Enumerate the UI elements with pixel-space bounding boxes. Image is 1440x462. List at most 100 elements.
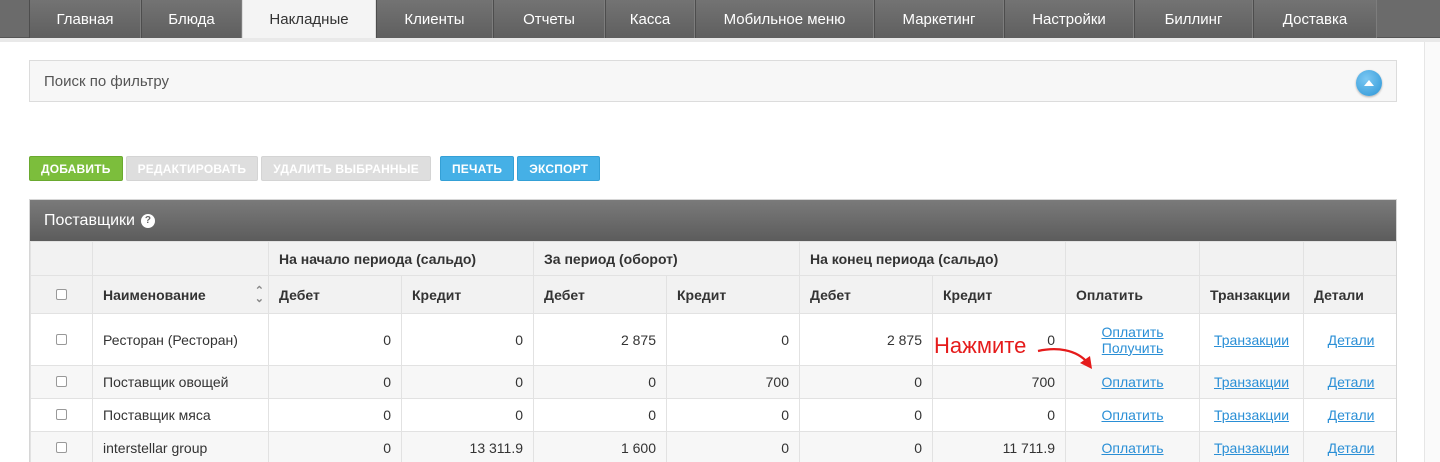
row-checkbox[interactable] — [30, 398, 93, 432]
filter-label: Поиск по фильтру — [44, 72, 170, 90]
panel-header: Поставщики ? — [30, 200, 1396, 241]
supplier-name: Ресторан (Ресторан) — [92, 313, 269, 366]
nav-tab[interactable]: Касса — [605, 0, 695, 38]
delete-selected-button[interactable]: УДАЛИТЬ ВЫБРАННЫЕ — [261, 156, 431, 181]
col-name[interactable]: Наименование ⌃ ⌄ — [92, 275, 269, 314]
print-button[interactable]: ПЕЧАТЬ — [439, 156, 515, 181]
table-row[interactable]: interstellar group 0 13 311.9 1 600 0 0 11 711… — [30, 431, 1396, 462]
amount-cell: 0 — [401, 313, 534, 366]
nav-tab[interactable]: Маркетинг — [874, 0, 1004, 38]
transactions-cell: Транзакции — [1199, 398, 1305, 432]
group-start-header: На начало периода (сальдо) — [268, 241, 534, 276]
group-header-row: На начало периода (сальдо) За период (об… — [30, 241, 1396, 276]
col-pay: Оплатить — [1065, 275, 1201, 314]
column-header-row: Наименование ⌃ ⌄ Дебет Кредит Дебет Кредит… — [30, 275, 1396, 314]
transactions-cell: Транзакции — [1199, 431, 1305, 462]
pay-link[interactable]: Оплатить — [1066, 374, 1199, 390]
amount-cell: 0 — [268, 431, 402, 462]
annotation-label: Нажмите — [934, 333, 1027, 358]
collapse-filter-icon[interactable] — [1356, 70, 1382, 96]
details-cell: Детали — [1303, 398, 1396, 432]
select-all-checkbox[interactable] — [30, 275, 93, 314]
amount-cell: 0 — [666, 313, 800, 366]
annotation-arrow-icon — [1037, 348, 1092, 369]
col-period-debit: Дебет — [533, 275, 667, 314]
nav-tab[interactable]: Клиенты — [376, 0, 493, 38]
nav-tabs: Главная Блюда Накладные Клиенты Отчеты Касса М… — [29, 0, 1377, 39]
table-row[interactable]: Ресторан (Ресторан) 0 0 2 875 0 2 875 0 Оплатит… — [30, 313, 1396, 366]
amount-cell: 0 — [533, 398, 667, 432]
pay-link[interactable]: Оплатить — [1066, 324, 1199, 340]
supplier-name: Поставщик мяса — [92, 398, 269, 432]
transactions-link[interactable]: Транзакции — [1200, 332, 1303, 348]
col-end-debit: Дебет — [799, 275, 933, 314]
help-icon[interactable]: ? — [140, 213, 155, 228]
pay-link[interactable]: Оплатить — [1066, 407, 1199, 423]
nav-tab[interactable]: Накладные — [242, 0, 376, 39]
sort-icon[interactable]: ⌃ ⌄ — [255, 285, 264, 304]
edit-button[interactable]: РЕДАКТИРОВАТЬ — [125, 156, 259, 181]
panel-title: Поставщики — [44, 211, 135, 229]
details-cell: Детали — [1303, 313, 1396, 366]
supplier-name: interstellar group — [92, 431, 269, 462]
amount-cell: 0 — [799, 431, 933, 462]
pay-link[interactable]: Оплатить — [1066, 440, 1199, 456]
group-period-header: За период (оборот) — [533, 241, 800, 276]
amount-cell: 0 — [268, 313, 402, 366]
transactions-cell: Транзакции — [1199, 365, 1305, 399]
nav-tab[interactable]: Отчеты — [493, 0, 605, 38]
details-cell: Детали — [1303, 365, 1396, 399]
nav-tab[interactable]: Главная — [29, 0, 141, 38]
details-link[interactable]: Детали — [1304, 407, 1396, 423]
details-link[interactable]: Детали — [1304, 440, 1396, 456]
nav-tab[interactable]: Доставка — [1253, 0, 1377, 38]
amount-cell: 2 875 — [799, 313, 933, 366]
details-link[interactable]: Детали — [1304, 332, 1396, 348]
amount-cell: 13 311.9 — [401, 431, 534, 462]
supplier-name: Поставщик овощей — [92, 365, 269, 399]
table-row[interactable]: Поставщик мяса 0 0 0 0 0 0 Оплатить Транзакции Де… — [30, 398, 1396, 432]
amount-cell: 0 — [268, 398, 402, 432]
amount-cell: 11 711.9 — [931, 431, 1067, 462]
filter-bar[interactable]: Поиск по фильтру — [29, 60, 1397, 102]
col-start-credit: Кредит — [401, 275, 534, 314]
suppliers-panel: Поставщики ? На начало периода (сальдо) … — [29, 199, 1397, 462]
amount-cell: 0 — [799, 365, 933, 399]
amount-cell: 0 — [533, 365, 667, 399]
toolbar: ДОБАВИТЬ РЕДАКТИРОВАТЬ УДАЛИТЬ ВЫБРАННЫЕ… — [29, 156, 601, 181]
nav-tab[interactable]: Блюда — [141, 0, 242, 38]
col-period-credit: Кредит — [666, 275, 800, 314]
add-button[interactable]: ДОБАВИТЬ — [29, 156, 123, 181]
nav-tab[interactable]: Мобильное меню — [695, 0, 874, 38]
export-button[interactable]: ЭКСПОРТ — [517, 156, 601, 181]
amount-cell: 0 — [401, 365, 534, 399]
nav-tab[interactable]: Биллинг — [1134, 0, 1253, 38]
details-link[interactable]: Детали — [1304, 374, 1396, 390]
top-nav: Главная Блюда Накладные Клиенты Отчеты Касса М… — [0, 0, 1440, 39]
row-checkbox[interactable] — [30, 431, 93, 462]
group-end-header: На конец периода (сальдо) — [798, 241, 1067, 276]
amount-cell: 0 — [268, 365, 402, 399]
transactions-link[interactable]: Транзакции — [1200, 374, 1303, 390]
amount-cell: 0 — [666, 431, 800, 462]
amount-cell: 0 — [931, 398, 1067, 432]
suppliers-table: На начало периода (сальдо) За период (об… — [30, 241, 1396, 462]
pay-cell: Оплатить — [1065, 398, 1201, 432]
col-transactions: Транзакции — [1199, 275, 1305, 314]
col-end-credit: Кредит — [931, 275, 1067, 314]
amount-cell: 0 — [799, 398, 933, 432]
transactions-link[interactable]: Транзакции — [1200, 440, 1303, 456]
nav-tab[interactable]: Настройки — [1004, 0, 1134, 38]
transactions-link[interactable]: Транзакции — [1200, 407, 1303, 423]
nav-strip — [0, 38, 1440, 42]
amount-cell: 0 — [401, 398, 534, 432]
amount-cell: 0 — [666, 398, 800, 432]
transactions-cell: Транзакции — [1199, 313, 1305, 366]
row-checkbox[interactable] — [30, 313, 93, 366]
scrollbar[interactable] — [1424, 42, 1440, 462]
amount-cell: 2 875 — [533, 313, 667, 366]
table-row[interactable]: Поставщик овощей 0 0 0 700 0 700 Оплатить Транза… — [30, 365, 1396, 399]
row-checkbox[interactable] — [30, 365, 93, 399]
col-start-debit: Дебет — [268, 275, 402, 314]
pay-cell: Оплатить — [1065, 431, 1201, 462]
